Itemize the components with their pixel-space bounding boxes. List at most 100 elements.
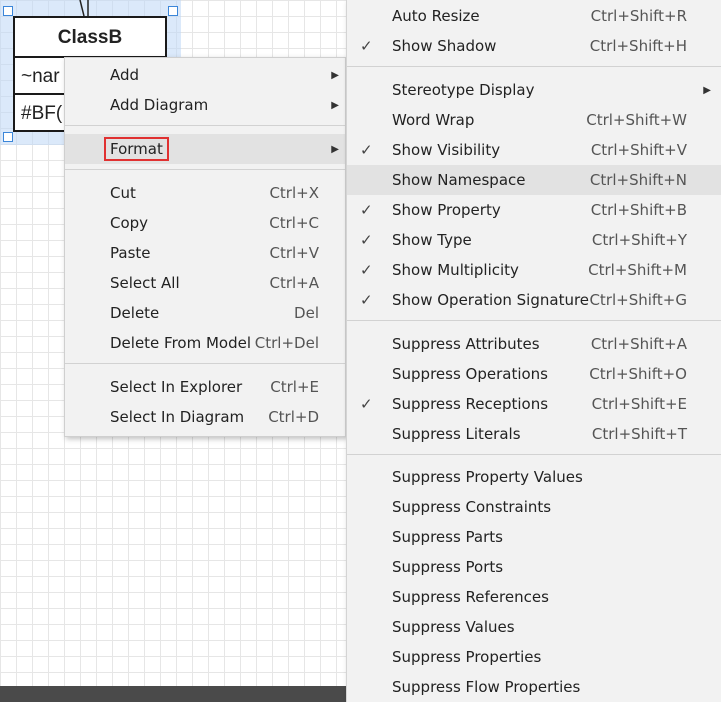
menu-item-cut[interactable]: Cut Ctrl+X	[65, 178, 345, 208]
menu-item-shortcut: Ctrl+Shift+V	[590, 141, 687, 159]
submenu-arrow-icon: ▶	[331, 99, 339, 111]
menu-item-suppress-literals[interactable]: Suppress Literals Ctrl+Shift+T	[347, 419, 721, 449]
menu-item-show-namespace[interactable]: Show Namespace Ctrl+Shift+N	[347, 165, 721, 195]
class-name: ClassB	[15, 18, 165, 58]
check-icon: ✓	[360, 261, 373, 279]
menu-item-suppress-parts[interactable]: Suppress Parts	[347, 522, 721, 552]
menu-item-shortcut: Ctrl+X	[269, 184, 319, 202]
check-icon: ✓	[360, 395, 373, 413]
submenu-arrow-icon: ▶	[331, 143, 339, 155]
menu-item-shortcut: Ctrl+Shift+R	[590, 7, 687, 25]
menu-item-label: Word Wrap	[392, 111, 475, 129]
menu-item-show-operation-signature[interactable]: ✓ Show Operation Signature Ctrl+Shift+G	[347, 285, 721, 315]
menu-item-shortcut: Ctrl+Shift+N	[589, 171, 687, 189]
menu-item-label: Suppress Parts	[392, 528, 503, 546]
menu-item-label: Select In Diagram	[110, 408, 245, 426]
menu-item-show-visibility[interactable]: ✓ Show Visibility Ctrl+Shift+V	[347, 135, 721, 165]
menu-item-show-type[interactable]: ✓ Show Type Ctrl+Shift+Y	[347, 225, 721, 255]
menu-item-label: Delete	[110, 304, 160, 322]
menu-item-label: Paste	[110, 244, 151, 262]
menu-item-label: Suppress Constraints	[392, 498, 552, 516]
check-icon: ✓	[360, 141, 373, 159]
menu-item-label: Show Property	[392, 201, 501, 219]
menu-separator	[347, 320, 721, 321]
menu-item-suppress-flow-properties[interactable]: Suppress Flow Properties	[347, 672, 721, 702]
menu-item-label: Delete From Model	[110, 334, 252, 352]
menu-item-shortcut: Ctrl+Shift+A	[590, 335, 687, 353]
menu-item-label: Suppress Flow Properties	[392, 678, 581, 696]
menu-item-select-in-diagram[interactable]: Select In Diagram Ctrl+D	[65, 402, 345, 432]
menu-item-shortcut: Ctrl+Shift+W	[586, 111, 687, 129]
resize-handle-bottom-left[interactable]	[3, 132, 13, 142]
menu-item-label: Show Shadow	[392, 37, 497, 55]
check-icon: ✓	[360, 201, 373, 219]
menu-item-label: Suppress Literals	[392, 425, 521, 443]
menu-item-label: Select In Explorer	[110, 378, 243, 396]
menu-item-label: Show Namespace	[392, 171, 526, 189]
menu-item-suppress-references[interactable]: Suppress References	[347, 582, 721, 612]
resize-handle-top-right[interactable]	[168, 6, 178, 16]
menu-item-suppress-ports[interactable]: Suppress Ports	[347, 552, 721, 582]
menu-item-suppress-constraints[interactable]: Suppress Constraints	[347, 492, 721, 522]
menu-item-select-in-explorer[interactable]: Select In Explorer Ctrl+E	[65, 372, 345, 402]
submenu-arrow-icon: ▶	[331, 69, 339, 81]
menu-item-format[interactable]: Format ▶	[65, 134, 345, 164]
menu-item-shortcut: Ctrl+Shift+B	[590, 201, 687, 219]
menu-item-stereotype-display[interactable]: Stereotype Display ▶	[347, 75, 721, 105]
menu-item-label: Show Operation Signature	[392, 291, 590, 309]
menu-item-label: Stereotype Display	[392, 81, 535, 99]
menu-item-show-shadow[interactable]: ✓ Show Shadow Ctrl+Shift+H	[347, 31, 721, 61]
resize-handle-top-left[interactable]	[3, 6, 13, 16]
menu-item-label: Add Diagram	[110, 96, 209, 114]
menu-item-shortcut: Ctrl+C	[269, 214, 319, 232]
menu-item-label: Suppress Attributes	[392, 335, 540, 353]
menu-item-suppress-properties[interactable]: Suppress Properties	[347, 642, 721, 672]
menu-item-copy[interactable]: Copy Ctrl+C	[65, 208, 345, 238]
menu-item-show-multiplicity[interactable]: ✓ Show Multiplicity Ctrl+Shift+M	[347, 255, 721, 285]
menu-item-shortcut: Ctrl+Shift+G	[589, 291, 687, 309]
menu-item-shortcut: Ctrl+Shift+M	[588, 261, 687, 279]
menu-item-suppress-property-values[interactable]: Suppress Property Values	[347, 462, 721, 492]
menu-item-add[interactable]: Add ▶	[65, 60, 345, 90]
menu-item-suppress-values[interactable]: Suppress Values	[347, 612, 721, 642]
context-menu: Add ▶ Add Diagram ▶ Format ▶ Cut Ctrl+X …	[64, 57, 346, 437]
menu-item-label: Format	[104, 137, 169, 161]
menu-separator	[65, 363, 345, 364]
menu-separator	[347, 66, 721, 67]
menu-item-label: Suppress Property Values	[392, 468, 583, 486]
menu-item-shortcut: Ctrl+D	[268, 408, 319, 426]
menu-item-shortcut: Del	[294, 304, 319, 322]
menu-item-label: Suppress Operations	[392, 365, 548, 383]
check-icon: ✓	[360, 231, 373, 249]
menu-item-add-diagram[interactable]: Add Diagram ▶	[65, 90, 345, 120]
menu-item-word-wrap[interactable]: Word Wrap Ctrl+Shift+W	[347, 105, 721, 135]
menu-item-suppress-operations[interactable]: Suppress Operations Ctrl+Shift+O	[347, 359, 721, 389]
menu-item-label: Cut	[110, 184, 136, 202]
menu-item-label: Show Type	[392, 231, 472, 249]
menu-item-label: Show Multiplicity	[392, 261, 519, 279]
menu-item-suppress-receptions[interactable]: ✓ Suppress Receptions Ctrl+Shift+E	[347, 389, 721, 419]
menu-item-shortcut: Ctrl+A	[269, 274, 319, 292]
menu-item-shortcut: Ctrl+Del	[254, 334, 319, 352]
menu-item-select-all[interactable]: Select All Ctrl+A	[65, 268, 345, 298]
menu-item-auto-resize[interactable]: Auto Resize Ctrl+Shift+R	[347, 1, 721, 31]
menu-item-label: Suppress Values	[392, 618, 515, 636]
menu-item-label: Add	[110, 66, 140, 84]
association-line[interactable]	[78, 0, 94, 16]
menu-separator	[347, 454, 721, 455]
menu-item-shortcut: Ctrl+Shift+Y	[591, 231, 687, 249]
menu-item-show-property[interactable]: ✓ Show Property Ctrl+Shift+B	[347, 195, 721, 225]
menu-item-label: Copy	[110, 214, 149, 232]
check-icon: ✓	[360, 37, 373, 55]
menu-item-label: Suppress References	[392, 588, 549, 606]
menu-item-delete[interactable]: Delete Del	[65, 298, 345, 328]
menu-item-suppress-attributes[interactable]: Suppress Attributes Ctrl+Shift+A	[347, 329, 721, 359]
menu-item-label: Auto Resize	[392, 7, 480, 25]
menu-separator	[65, 125, 345, 126]
menu-item-label: Suppress Receptions	[392, 395, 549, 413]
menu-item-shortcut: Ctrl+V	[269, 244, 319, 262]
menu-item-paste[interactable]: Paste Ctrl+V	[65, 238, 345, 268]
menu-item-label: Suppress Ports	[392, 558, 504, 576]
menu-item-shortcut: Ctrl+Shift+O	[589, 365, 687, 383]
menu-item-delete-from-model[interactable]: Delete From Model Ctrl+Del	[65, 328, 345, 358]
